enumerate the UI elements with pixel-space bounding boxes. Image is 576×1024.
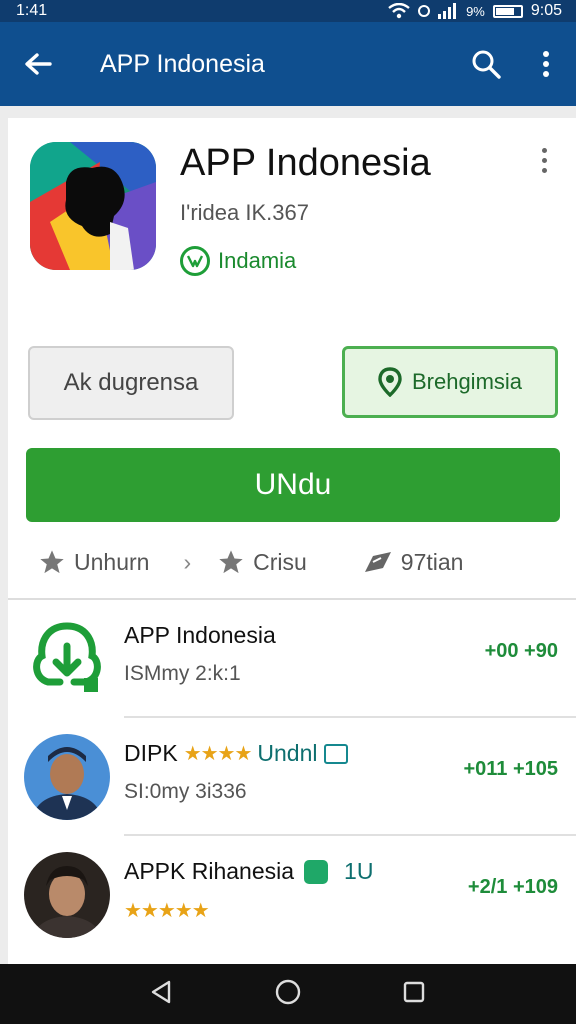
nav-recents-button[interactable] bbox=[401, 979, 427, 1010]
app-developer: I'ridea IK.367 bbox=[180, 200, 309, 225]
app-publisher[interactable]: Indamia bbox=[180, 246, 296, 276]
arrow-left-icon bbox=[25, 53, 52, 75]
star-icon bbox=[40, 550, 64, 574]
status-icons: 9% 9:05 bbox=[388, 2, 562, 20]
app-bar-title: APP Indonesia bbox=[100, 49, 265, 78]
status-clock: 9:05 bbox=[530, 2, 562, 19]
list-item-title-text: DIPK bbox=[124, 740, 178, 766]
meta-item-2[interactable]: Crisu bbox=[217, 548, 307, 576]
chevron-right-icon: › bbox=[183, 548, 192, 575]
list-item-subtitle: ISMmy 2:k:1 bbox=[124, 662, 241, 685]
square-recents-icon bbox=[403, 981, 424, 1002]
triangle-back-icon bbox=[152, 980, 171, 1003]
list-item-title-suffix: 1U bbox=[344, 858, 374, 884]
nav-home-button[interactable] bbox=[274, 978, 302, 1011]
list-item-title: APP Indonesia bbox=[124, 622, 276, 648]
ring-icon bbox=[418, 5, 431, 17]
more-vert-icon bbox=[543, 51, 549, 77]
rating-stars: ★★★★ bbox=[183, 743, 253, 765]
list-item[interactable]: APPK Rihanesia 1U ★★★★★ +2/1 +109 bbox=[8, 836, 576, 954]
meta-label-3: 97tian bbox=[400, 548, 464, 575]
avatar bbox=[24, 734, 110, 820]
app-detail-card: APP Indonesia I'ridea IK.367 Indamia Ak … bbox=[8, 118, 576, 964]
meta-label-2: Crisu bbox=[253, 548, 307, 575]
overflow-menu-button[interactable] bbox=[516, 22, 576, 106]
list-item-value: +2/1 +109 bbox=[467, 876, 558, 898]
wifi-icon bbox=[388, 3, 410, 19]
circle-home-icon bbox=[275, 979, 301, 1004]
nav-back-button[interactable] bbox=[149, 979, 175, 1010]
download-badge-icon bbox=[24, 616, 110, 702]
status-time: 1:41 bbox=[16, 2, 48, 19]
list-item-title-suffix: Undnl bbox=[257, 740, 318, 766]
back-button[interactable] bbox=[0, 22, 76, 106]
list-item[interactable]: APP Indonesia ISMmy 2:k:1 +00 +90 bbox=[8, 600, 576, 718]
list-item-title: DIPK ★★★★ Undnl bbox=[124, 740, 348, 767]
star-icon bbox=[219, 550, 243, 574]
list-item-rating: ★★★★★ bbox=[124, 898, 210, 923]
publisher-label: Indamia bbox=[218, 248, 297, 273]
search-button[interactable] bbox=[456, 22, 516, 106]
list-item[interactable]: DIPK ★★★★ Undnl SI:0my 3i336 +011 +105 bbox=[8, 718, 576, 836]
location-pin-icon bbox=[378, 367, 402, 397]
meta-row: Unhurn › Crisu 97tian bbox=[38, 542, 558, 582]
app-logo bbox=[30, 142, 156, 270]
location-button[interactable]: Brehgimsia bbox=[342, 346, 558, 418]
meta-item-3[interactable]: 97tian bbox=[363, 548, 464, 576]
list-item-title-text: APPK Rihanesia bbox=[124, 858, 295, 884]
list-item-value: +011 +105 bbox=[463, 758, 558, 780]
battery-icon bbox=[492, 4, 523, 18]
secondary-button[interactable]: Ak dugrensa bbox=[28, 346, 234, 420]
location-button-label: Brehgimsia bbox=[411, 369, 523, 394]
battery-percent: 9% bbox=[466, 3, 485, 19]
list-item-value: +00 +90 bbox=[484, 640, 558, 662]
system-nav-bar bbox=[0, 964, 576, 1024]
verified-badge-icon bbox=[180, 246, 210, 276]
app-name: APP Indonesia bbox=[180, 142, 431, 184]
status-bar: 1:41 9% 9:05 bbox=[0, 0, 576, 22]
image-tag-icon bbox=[323, 743, 348, 764]
signal-icon bbox=[438, 3, 457, 19]
meta-label-1: Unhurn bbox=[74, 548, 150, 575]
app-badge-icon bbox=[304, 859, 329, 884]
install-button[interactable]: UNdu bbox=[26, 448, 560, 522]
meta-item-1[interactable]: Unhurn bbox=[38, 548, 149, 576]
send-icon bbox=[364, 552, 391, 572]
list-item-title: APPK Rihanesia 1U bbox=[124, 858, 373, 885]
rating-stars: ★★★★★ bbox=[124, 900, 210, 922]
list-item-subtitle: SI:0my 3i336 bbox=[124, 780, 247, 803]
avatar bbox=[24, 852, 110, 938]
app-bar: APP Indonesia bbox=[0, 22, 576, 106]
app-more-button[interactable] bbox=[532, 148, 556, 178]
search-icon bbox=[472, 50, 501, 79]
